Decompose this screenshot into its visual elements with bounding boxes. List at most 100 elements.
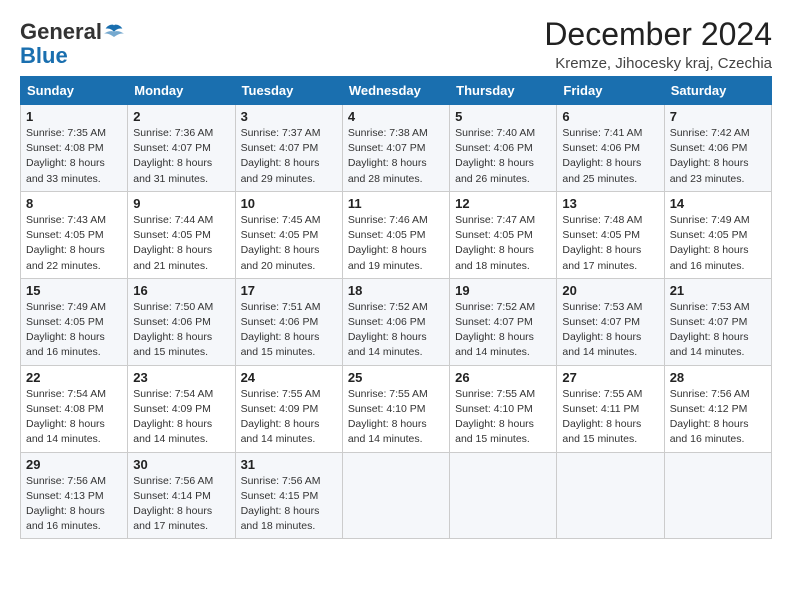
title-block: December 2024 Kremze, Jihocesky kraj, Cz… bbox=[544, 16, 772, 72]
day-info: Sunrise: 7:49 AMSunset: 4:05 PMDaylight:… bbox=[670, 213, 766, 274]
day-number: 29 bbox=[26, 457, 122, 472]
calendar-week-row: 29 Sunrise: 7:56 AMSunset: 4:13 PMDaylig… bbox=[21, 452, 772, 539]
table-row: 16 Sunrise: 7:50 AMSunset: 4:06 PMDaylig… bbox=[128, 278, 235, 365]
table-row: 29 Sunrise: 7:56 AMSunset: 4:13 PMDaylig… bbox=[21, 452, 128, 539]
table-row: 18 Sunrise: 7:52 AMSunset: 4:06 PMDaylig… bbox=[342, 278, 449, 365]
day-info: Sunrise: 7:53 AMSunset: 4:07 PMDaylight:… bbox=[562, 300, 658, 361]
col-wednesday: Wednesday bbox=[342, 77, 449, 105]
day-number: 27 bbox=[562, 370, 658, 385]
table-row: 31 Sunrise: 7:56 AMSunset: 4:15 PMDaylig… bbox=[235, 452, 342, 539]
day-number: 5 bbox=[455, 109, 551, 124]
day-number: 31 bbox=[241, 457, 337, 472]
day-info: Sunrise: 7:38 AMSunset: 4:07 PMDaylight:… bbox=[348, 126, 444, 187]
day-number: 13 bbox=[562, 196, 658, 211]
table-row: 13 Sunrise: 7:48 AMSunset: 4:05 PMDaylig… bbox=[557, 191, 664, 278]
table-row: 27 Sunrise: 7:55 AMSunset: 4:11 PMDaylig… bbox=[557, 365, 664, 452]
table-row: 26 Sunrise: 7:55 AMSunset: 4:10 PMDaylig… bbox=[450, 365, 557, 452]
day-number: 15 bbox=[26, 283, 122, 298]
table-row: 2 Sunrise: 7:36 AMSunset: 4:07 PMDayligh… bbox=[128, 105, 235, 192]
day-number: 16 bbox=[133, 283, 229, 298]
day-info: Sunrise: 7:40 AMSunset: 4:06 PMDaylight:… bbox=[455, 126, 551, 187]
calendar-week-row: 22 Sunrise: 7:54 AMSunset: 4:08 PMDaylig… bbox=[21, 365, 772, 452]
logo-blue: Blue bbox=[20, 43, 68, 68]
table-row: 22 Sunrise: 7:54 AMSunset: 4:08 PMDaylig… bbox=[21, 365, 128, 452]
day-number: 2 bbox=[133, 109, 229, 124]
table-row: 11 Sunrise: 7:46 AMSunset: 4:05 PMDaylig… bbox=[342, 191, 449, 278]
day-number: 3 bbox=[241, 109, 337, 124]
day-number: 12 bbox=[455, 196, 551, 211]
col-friday: Friday bbox=[557, 77, 664, 105]
day-info: Sunrise: 7:36 AMSunset: 4:07 PMDaylight:… bbox=[133, 126, 229, 187]
day-info: Sunrise: 7:55 AMSunset: 4:10 PMDaylight:… bbox=[348, 387, 444, 448]
day-number: 14 bbox=[670, 196, 766, 211]
calendar-header-row: Sunday Monday Tuesday Wednesday Thursday… bbox=[21, 77, 772, 105]
day-number: 24 bbox=[241, 370, 337, 385]
table-row: 12 Sunrise: 7:47 AMSunset: 4:05 PMDaylig… bbox=[450, 191, 557, 278]
day-info: Sunrise: 7:41 AMSunset: 4:06 PMDaylight:… bbox=[562, 126, 658, 187]
day-info: Sunrise: 7:35 AMSunset: 4:08 PMDaylight:… bbox=[26, 126, 122, 187]
col-saturday: Saturday bbox=[664, 77, 771, 105]
table-row: 8 Sunrise: 7:43 AMSunset: 4:05 PMDayligh… bbox=[21, 191, 128, 278]
col-thursday: Thursday bbox=[450, 77, 557, 105]
table-row: 4 Sunrise: 7:38 AMSunset: 4:07 PMDayligh… bbox=[342, 105, 449, 192]
day-number: 28 bbox=[670, 370, 766, 385]
day-number: 23 bbox=[133, 370, 229, 385]
table-row: 24 Sunrise: 7:55 AMSunset: 4:09 PMDaylig… bbox=[235, 365, 342, 452]
day-info: Sunrise: 7:42 AMSunset: 4:06 PMDaylight:… bbox=[670, 126, 766, 187]
table-row: 9 Sunrise: 7:44 AMSunset: 4:05 PMDayligh… bbox=[128, 191, 235, 278]
day-info: Sunrise: 7:43 AMSunset: 4:05 PMDaylight:… bbox=[26, 213, 122, 274]
day-number: 9 bbox=[133, 196, 229, 211]
day-number: 1 bbox=[26, 109, 122, 124]
day-info: Sunrise: 7:46 AMSunset: 4:05 PMDaylight:… bbox=[348, 213, 444, 274]
calendar-week-row: 1 Sunrise: 7:35 AMSunset: 4:08 PMDayligh… bbox=[21, 105, 772, 192]
page-title: December 2024 bbox=[544, 16, 772, 53]
day-info: Sunrise: 7:56 AMSunset: 4:13 PMDaylight:… bbox=[26, 474, 122, 535]
day-number: 7 bbox=[670, 109, 766, 124]
day-info: Sunrise: 7:49 AMSunset: 4:05 PMDaylight:… bbox=[26, 300, 122, 361]
table-row: 3 Sunrise: 7:37 AMSunset: 4:07 PMDayligh… bbox=[235, 105, 342, 192]
logo: General Blue bbox=[20, 20, 124, 68]
table-row: 7 Sunrise: 7:42 AMSunset: 4:06 PMDayligh… bbox=[664, 105, 771, 192]
table-row: 17 Sunrise: 7:51 AMSunset: 4:06 PMDaylig… bbox=[235, 278, 342, 365]
day-info: Sunrise: 7:50 AMSunset: 4:06 PMDaylight:… bbox=[133, 300, 229, 361]
table-row: 30 Sunrise: 7:56 AMSunset: 4:14 PMDaylig… bbox=[128, 452, 235, 539]
day-info: Sunrise: 7:56 AMSunset: 4:14 PMDaylight:… bbox=[133, 474, 229, 535]
page-header: General Blue December 2024 Kremze, Jihoc… bbox=[20, 16, 772, 72]
day-info: Sunrise: 7:56 AMSunset: 4:12 PMDaylight:… bbox=[670, 387, 766, 448]
table-row: 6 Sunrise: 7:41 AMSunset: 4:06 PMDayligh… bbox=[557, 105, 664, 192]
table-row bbox=[450, 452, 557, 539]
day-number: 30 bbox=[133, 457, 229, 472]
table-row: 25 Sunrise: 7:55 AMSunset: 4:10 PMDaylig… bbox=[342, 365, 449, 452]
day-info: Sunrise: 7:55 AMSunset: 4:11 PMDaylight:… bbox=[562, 387, 658, 448]
day-info: Sunrise: 7:55 AMSunset: 4:10 PMDaylight:… bbox=[455, 387, 551, 448]
calendar-week-row: 15 Sunrise: 7:49 AMSunset: 4:05 PMDaylig… bbox=[21, 278, 772, 365]
table-row: 1 Sunrise: 7:35 AMSunset: 4:08 PMDayligh… bbox=[21, 105, 128, 192]
table-row: 28 Sunrise: 7:56 AMSunset: 4:12 PMDaylig… bbox=[664, 365, 771, 452]
table-row bbox=[342, 452, 449, 539]
table-row: 20 Sunrise: 7:53 AMSunset: 4:07 PMDaylig… bbox=[557, 278, 664, 365]
calendar-table: Sunday Monday Tuesday Wednesday Thursday… bbox=[20, 76, 772, 539]
table-row: 19 Sunrise: 7:52 AMSunset: 4:07 PMDaylig… bbox=[450, 278, 557, 365]
day-info: Sunrise: 7:52 AMSunset: 4:07 PMDaylight:… bbox=[455, 300, 551, 361]
day-number: 11 bbox=[348, 196, 444, 211]
col-monday: Monday bbox=[128, 77, 235, 105]
day-number: 17 bbox=[241, 283, 337, 298]
table-row: 23 Sunrise: 7:54 AMSunset: 4:09 PMDaylig… bbox=[128, 365, 235, 452]
day-info: Sunrise: 7:48 AMSunset: 4:05 PMDaylight:… bbox=[562, 213, 658, 274]
day-info: Sunrise: 7:44 AMSunset: 4:05 PMDaylight:… bbox=[133, 213, 229, 274]
day-info: Sunrise: 7:47 AMSunset: 4:05 PMDaylight:… bbox=[455, 213, 551, 274]
day-number: 25 bbox=[348, 370, 444, 385]
day-info: Sunrise: 7:56 AMSunset: 4:15 PMDaylight:… bbox=[241, 474, 337, 535]
day-info: Sunrise: 7:52 AMSunset: 4:06 PMDaylight:… bbox=[348, 300, 444, 361]
day-number: 8 bbox=[26, 196, 122, 211]
day-number: 21 bbox=[670, 283, 766, 298]
day-number: 26 bbox=[455, 370, 551, 385]
day-info: Sunrise: 7:54 AMSunset: 4:09 PMDaylight:… bbox=[133, 387, 229, 448]
col-sunday: Sunday bbox=[21, 77, 128, 105]
day-info: Sunrise: 7:37 AMSunset: 4:07 PMDaylight:… bbox=[241, 126, 337, 187]
day-number: 6 bbox=[562, 109, 658, 124]
logo-general: General bbox=[20, 20, 102, 44]
table-row: 10 Sunrise: 7:45 AMSunset: 4:05 PMDaylig… bbox=[235, 191, 342, 278]
col-tuesday: Tuesday bbox=[235, 77, 342, 105]
day-number: 4 bbox=[348, 109, 444, 124]
